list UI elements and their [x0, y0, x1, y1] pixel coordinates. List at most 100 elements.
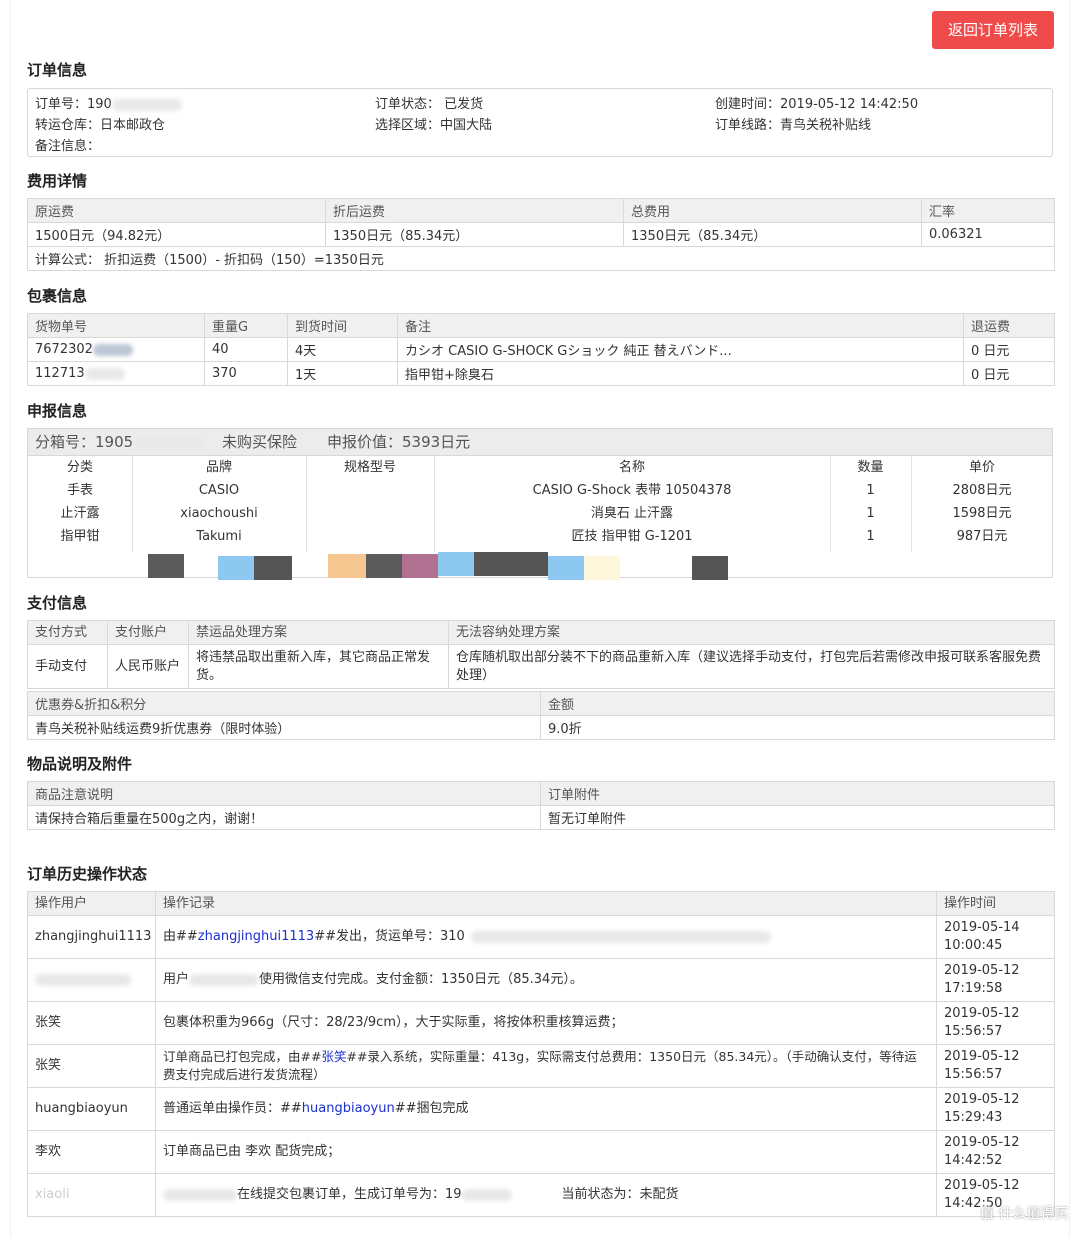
- coupon-value: 青鸟关税补贴线运费9折优惠券（限时体验）: [27, 715, 541, 740]
- redaction-mosaic: [548, 556, 584, 580]
- fee-formula: 计算公式： 折扣运费（1500）- 折扣码（150）=1350日元: [27, 246, 1055, 271]
- pkg-header: 备注: [397, 313, 964, 338]
- hist-user: [27, 958, 156, 1002]
- qty-column: 数量 1 1 1: [830, 456, 911, 552]
- declaration-title: 申报信息: [27, 402, 88, 420]
- note: カシオ CASIO G-SHOCK Gショック 純正 替えバンド...: [397, 337, 964, 362]
- hist-time: 2019-05-12 14:42:52: [936, 1130, 1055, 1174]
- redaction-mosaic: [438, 552, 474, 576]
- hist-user: huangbiaoyun: [27, 1087, 156, 1131]
- attachment-header: 订单附件: [540, 781, 1055, 806]
- redaction-mosaic: [474, 552, 548, 576]
- item-note: 请保持合箱后重量在500g之内，谢谢！: [27, 805, 541, 830]
- hist-time: 2019-05-12 15:56:57: [936, 1044, 1055, 1088]
- declaration-header: 分箱号：1905 未购买保险 申报价值：5393日元: [27, 428, 1053, 456]
- order-info-title: 订单信息: [27, 61, 88, 79]
- user-link[interactable]: 张笑: [321, 1049, 346, 1064]
- col-header: 品牌: [205, 460, 232, 475]
- pay-header: 禁运品处理方案: [188, 620, 449, 645]
- hist-record: 用户 使用微信支付完成。支付金额：1350日元（85.34元）。: [155, 958, 937, 1002]
- tracking-no: 112713: [27, 361, 205, 386]
- history-title: 订单历史操作状态: [27, 865, 148, 883]
- pay-account: 人民币账户: [107, 644, 189, 689]
- table-row: 112713 370 1天 指甲钳+除臭石 0 日元: [27, 361, 1055, 386]
- redacted-blur: [92, 343, 133, 356]
- original-fee: 1500日元（94.82元）: [27, 222, 326, 247]
- table-row: 用户 使用微信支付完成。支付金额：1350日元（85.34元）。 2019-05-…: [27, 958, 1055, 1002]
- packages-table: 货物单号 重量G 到货时间 备注 退运费 7672302 40 4天 カシオ C…: [27, 313, 1055, 386]
- order-no: 订单号：190: [35, 93, 182, 112]
- packages-title: 包裹信息: [27, 287, 88, 305]
- watermark: 值 什么值得买: [980, 1206, 1069, 1222]
- hist-user: zhangjinghui1113: [27, 915, 156, 959]
- redacted-blur: [35, 973, 131, 986]
- declaration-items: 分类 手表 止汗露 指甲钳 品牌 CASIO xiaochoushi Takum…: [27, 456, 1053, 580]
- hist-time: 2019-05-12 15:56:57: [936, 1001, 1055, 1045]
- overflow-plan: 仓库随机取出部分装不下的商品重新入库（建议选择手动支付，打包完后若需修改申报可联…: [448, 644, 1055, 689]
- hist-record: 由##zhangjinghui1113##发出，货运单号：310: [155, 915, 937, 959]
- pay-method: 手动支付: [27, 644, 108, 689]
- hist-record: 包裹体积重为966g（尺寸：28/23/9cm），大于实际重，将按体积重核算运费…: [155, 1001, 937, 1045]
- redaction-mosaic: [328, 554, 366, 578]
- items-title: 物品说明及附件: [27, 755, 133, 773]
- table-row: 张笑 包裹体积重为966g（尺寸：28/23/9cm），大于实际重，将按体积重核…: [27, 1001, 1055, 1045]
- insurance-status: 未购买保险: [222, 433, 298, 451]
- pkg-header: 退运费: [963, 313, 1055, 338]
- price-column: 单价 2808日元 1598日元 987日元: [911, 456, 1053, 552]
- hist-header: 操作用户: [27, 891, 156, 916]
- table-row: zhangjinghui1113 由##zhangjinghui1113##发出…: [27, 915, 1055, 959]
- user-link[interactable]: zhangjinghui1113: [198, 929, 314, 944]
- arrival: 1天: [287, 361, 398, 386]
- pkg-header: 重量G: [204, 313, 288, 338]
- fee-header: 折后运费: [325, 198, 624, 223]
- contraband-plan: 将违禁品取出重新入库，其它商品正常发货。: [188, 644, 449, 689]
- redacted-blur: [133, 436, 204, 449]
- exchange-rate: 0.06321: [921, 222, 1055, 247]
- arrival: 4天: [287, 337, 398, 362]
- fees-title: 费用详情: [27, 172, 88, 190]
- hist-user: 李欢: [27, 1130, 156, 1174]
- coupon-header: 优惠券&折扣&积分: [27, 691, 541, 716]
- redacted-blur: [84, 367, 125, 380]
- refund-fee: 0 日元: [963, 361, 1055, 386]
- items-table: 商品注意说明 订单附件 请保持合箱后重量在500g之内，谢谢！ 暂无订单附件: [27, 781, 1055, 830]
- redaction-mosaic: [584, 556, 620, 580]
- discounted-fee: 1350日元（85.34元）: [325, 222, 624, 247]
- route: 订单线路：青鸟关税补贴线: [715, 118, 872, 133]
- user-link[interactable]: huangbiaoyun: [302, 1101, 395, 1116]
- hist-record: 在线提交包裹订单，生成订单号为：19 当前状态为：未配货: [155, 1173, 937, 1217]
- item-note-header: 商品注意说明: [27, 781, 541, 806]
- order-status: 订单状态： 已发货: [375, 97, 484, 112]
- back-to-order-list-button[interactable]: 返回订单列表: [932, 11, 1054, 49]
- hist-time: 2019-05-12 17:19:58: [936, 958, 1055, 1002]
- redacted-blur: [461, 1188, 512, 1201]
- order-info-box: 订单号：190 订单状态： 已发货 创建时间：2019-05-12 14:42:…: [27, 88, 1053, 157]
- hist-record: 普通运单由操作员：##huangbiaoyun##捆包完成: [155, 1087, 937, 1131]
- col-header: 规格型号: [343, 460, 396, 475]
- attachment-value: 暂无订单附件: [540, 805, 1055, 830]
- table-row: 李欢 订单商品已由 李欢 配货完成； 2019-05-12 14:42:52: [27, 1130, 1055, 1174]
- hist-record: 订单商品已打包完成，由##张笑##录入系统，实际重量：413g，实际需支付总费用…: [155, 1044, 937, 1088]
- amount-header: 金额: [540, 691, 1055, 716]
- pay-header: 支付方式: [27, 620, 108, 645]
- redacted-blur: [189, 973, 260, 986]
- fee-header: 总费用: [623, 198, 922, 223]
- table-row: 7672302 40 4天 カシオ CASIO G-SHOCK Gショック 純正…: [27, 337, 1055, 362]
- weight: 40: [204, 337, 288, 362]
- weight: 370: [204, 361, 288, 386]
- coupon-table: 优惠券&折扣&积分 金额 青鸟关税补贴线运费9折优惠券（限时体验） 9.0折: [27, 691, 1055, 740]
- redaction-mosaic: [402, 554, 438, 578]
- hist-user: 张笑: [27, 1001, 156, 1045]
- redaction-mosaic: [366, 554, 402, 578]
- hist-header: 操作时间: [936, 891, 1055, 916]
- tracking-no: 7672302: [27, 337, 205, 362]
- table-row: huangbiaoyun 普通运单由操作员：##huangbiaoyun##捆包…: [27, 1087, 1055, 1131]
- table-row: xiaoli 在线提交包裹订单，生成订单号为：19 当前状态为：未配货 2019-…: [27, 1173, 1055, 1217]
- hist-time: 2019-05-12 15:29:43: [936, 1087, 1055, 1131]
- hist-record: 订单商品已由 李欢 配货完成；: [155, 1130, 937, 1174]
- total-fee: 1350日元（85.34元）: [623, 222, 922, 247]
- pay-header: 支付账户: [107, 620, 189, 645]
- pkg-header: 货物单号: [27, 313, 205, 338]
- created-time: 创建时间：2019-05-12 14:42:50: [715, 97, 919, 112]
- pay-header: 无法容纳处理方案: [448, 620, 1055, 645]
